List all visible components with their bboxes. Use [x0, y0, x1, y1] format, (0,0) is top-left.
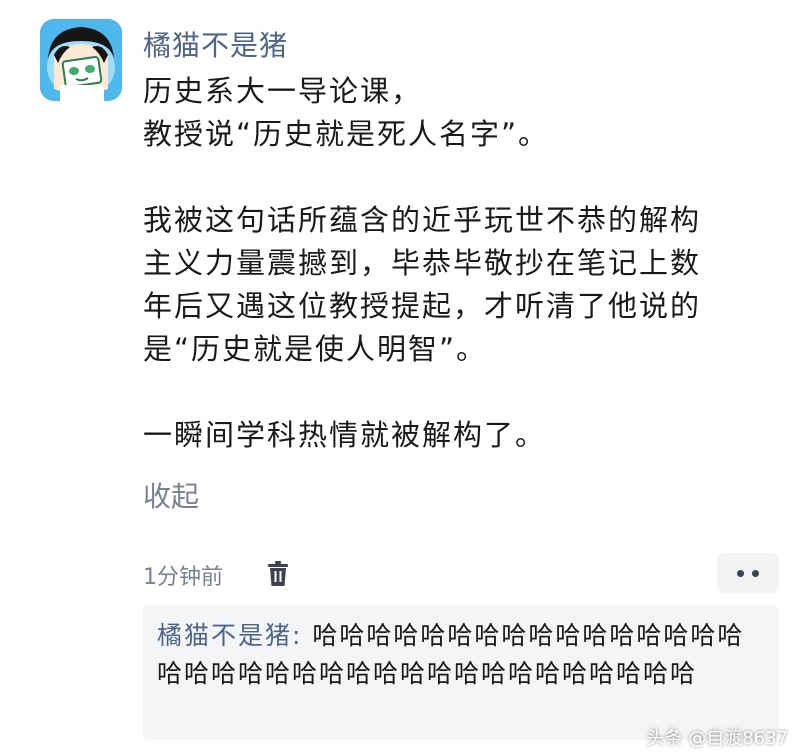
comment-line: 是“历史就是使人明智”。: [143, 332, 488, 366]
comment-author-name[interactable]: 橘猫不是猪: [143, 24, 288, 64]
reply-text: 橘猫不是猪: 哈哈哈哈哈哈哈哈哈哈哈哈哈哈哈哈哈哈哈哈哈哈哈哈哈哈哈哈哈哈哈哈哈…: [157, 617, 767, 693]
avatar-cartoon-image: [40, 19, 122, 101]
trash-icon[interactable]: [266, 561, 290, 587]
source-watermark: 头条 @自渡8637: [646, 728, 788, 749]
more-dots-icon: [752, 569, 759, 577]
comment-line: 主义力量震撼到，毕恭毕敬抄在笔记上数: [143, 246, 702, 280]
reply-author-name[interactable]: 橘猫不是猪:: [157, 621, 302, 650]
more-options-button[interactable]: [717, 553, 779, 593]
more-dots-icon: [737, 569, 744, 577]
comment-body: 历史系大一导论课， 教授说“历史就是死人名字”。 我被这句话所蕴含的近乎玩世不恭…: [143, 70, 773, 457]
comment-line: 历史系大一导论课，: [143, 74, 423, 108]
comment-line: 我被这句话所蕴含的近乎玩世不恭的解构: [143, 203, 702, 237]
avatar[interactable]: [40, 19, 122, 101]
comment-meta-row: 1分钟前: [143, 553, 779, 593]
collapse-link[interactable]: 收起: [143, 475, 199, 515]
comment-line: 一瞬间学科热情就被解构了。: [143, 418, 547, 452]
comment-timestamp: 1分钟前: [143, 565, 223, 590]
reply-preview[interactable]: 橘猫不是猪: 哈哈哈哈哈哈哈哈哈哈哈哈哈哈哈哈哈哈哈哈哈哈哈哈哈哈哈哈哈哈哈哈哈…: [143, 605, 779, 740]
comment-line: 年后又遇这位教授提起，才听清了他说的: [143, 289, 702, 323]
comment-line: 教授说“历史就是死人名字”。: [143, 117, 550, 151]
